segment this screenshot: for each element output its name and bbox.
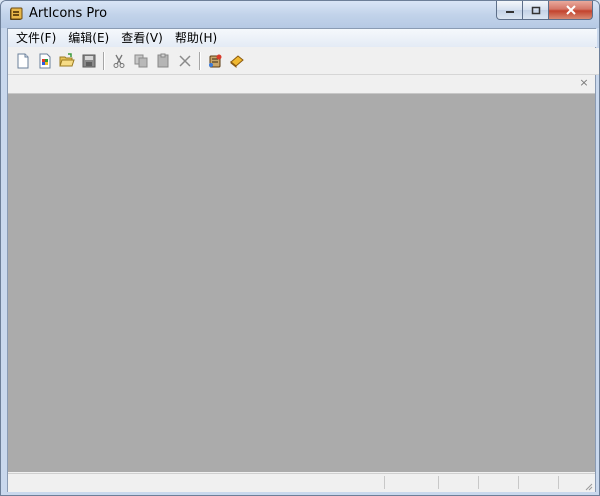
status-bar	[8, 473, 595, 492]
caption-buttons	[496, 1, 593, 20]
menu-bar: 文件(F) 编辑(E) 查看(V) 帮助(H)	[8, 29, 597, 47]
window-title: ArtIcons Pro	[29, 6, 108, 21]
app-logo-icon	[8, 6, 24, 22]
status-pane-divider	[478, 476, 479, 489]
toolbar	[8, 48, 599, 75]
delete-icon[interactable]	[174, 50, 196, 72]
menu-edit[interactable]: 编辑(E)	[62, 29, 115, 47]
open-folder-icon[interactable]	[56, 50, 78, 72]
close-button[interactable]	[549, 1, 593, 20]
status-pane-divider	[518, 476, 519, 489]
cut-icon[interactable]	[108, 50, 130, 72]
new-library-icon[interactable]	[34, 50, 56, 72]
document-tab-bar: ×	[8, 75, 595, 94]
menu-view[interactable]: 查看(V)	[115, 29, 169, 47]
resize-grip-icon[interactable]	[583, 480, 593, 491]
status-pane-divider	[558, 476, 559, 489]
close-document-icon[interactable]: ×	[577, 76, 591, 90]
save-icon[interactable]	[78, 50, 100, 72]
new-document-icon[interactable]	[12, 50, 34, 72]
maximize-button[interactable]	[523, 1, 549, 20]
client-area: 文件(F) 编辑(E) 查看(V) 帮助(H) ×	[7, 28, 599, 492]
paste-icon[interactable]	[152, 50, 174, 72]
toolbar-separator	[103, 52, 105, 70]
copy-icon[interactable]	[130, 50, 152, 72]
toolbar-separator	[199, 52, 201, 70]
wizard-icon[interactable]	[204, 50, 226, 72]
app-window: ArtIcons Pro 文件(F) 编辑(E) 查看(V) 帮助(H) ×	[0, 0, 600, 496]
minimize-button[interactable]	[496, 1, 523, 20]
status-pane-divider	[438, 476, 439, 489]
status-pane-divider	[384, 476, 385, 489]
title-bar[interactable]: ArtIcons Pro	[1, 1, 599, 28]
help-book-icon[interactable]	[226, 50, 248, 72]
menu-help[interactable]: 帮助(H)	[169, 29, 223, 47]
menu-file[interactable]: 文件(F)	[10, 29, 62, 47]
mdi-workspace[interactable]	[8, 94, 595, 472]
